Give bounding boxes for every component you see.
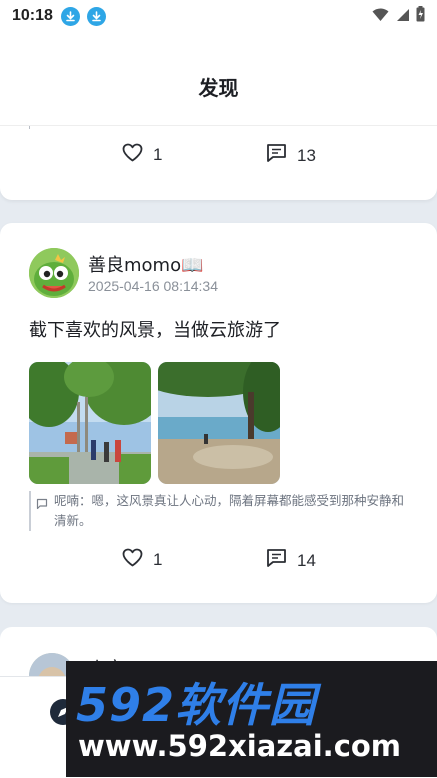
post-card[interactable]: 善良momo📖 2025-04-16 08:14:34 截下喜欢的风景，当做云旅… <box>0 223 437 603</box>
post-text: 截下喜欢的风景，当做云旅游了 <box>29 320 281 341</box>
comment-preview-text: 呢喃：嗯，这风景真让人心动，隔着屏幕都能感受到那种安静和清新。 <box>54 493 405 528</box>
heart-icon <box>122 143 143 167</box>
like-count: 1 <box>153 550 163 569</box>
app-header: 发现 <box>0 32 437 126</box>
like-button[interactable]: 1 <box>122 143 162 167</box>
post-timestamp: 2025-04-16 08:14:34 <box>88 278 218 294</box>
comment-preview[interactable]: 呢喃：嗯，这风景真让人心动，隔着屏幕都能感受到那种安静和清新。 <box>29 491 409 531</box>
comment-border-fragment <box>29 126 30 129</box>
wifi-icon <box>372 7 389 26</box>
comment-button[interactable]: 13 <box>266 143 316 168</box>
signal-icon <box>395 7 410 26</box>
post-image[interactable] <box>158 362 280 484</box>
page-title: 发现 <box>198 76 239 100</box>
download-icon <box>60 6 80 26</box>
like-count: 1 <box>153 145 163 164</box>
status-bar: 10:18 <box>0 0 437 32</box>
watermark-logo-text: 592软件园 <box>76 678 317 732</box>
post-card[interactable]: 1 13 <box>0 126 437 200</box>
avatar[interactable] <box>29 248 79 298</box>
comment-icon <box>266 548 287 573</box>
status-time: 10:18 <box>12 7 53 24</box>
username[interactable]: 善良momo📖 <box>88 251 204 277</box>
comment-icon <box>266 143 287 168</box>
heart-icon <box>122 548 143 572</box>
comment-count: 13 <box>297 145 316 165</box>
like-button[interactable]: 1 <box>122 548 162 572</box>
comment-button[interactable]: 14 <box>266 548 316 573</box>
battery-icon <box>416 6 425 26</box>
watermark-overlay: 592软件园 www.592xiazai.com <box>66 661 437 777</box>
comment-count: 14 <box>297 550 316 570</box>
post-image[interactable] <box>29 362 151 484</box>
comment-quote-icon <box>36 491 48 531</box>
watermark-url: www.592xiazai.com <box>78 729 402 763</box>
download-icon <box>86 6 106 26</box>
